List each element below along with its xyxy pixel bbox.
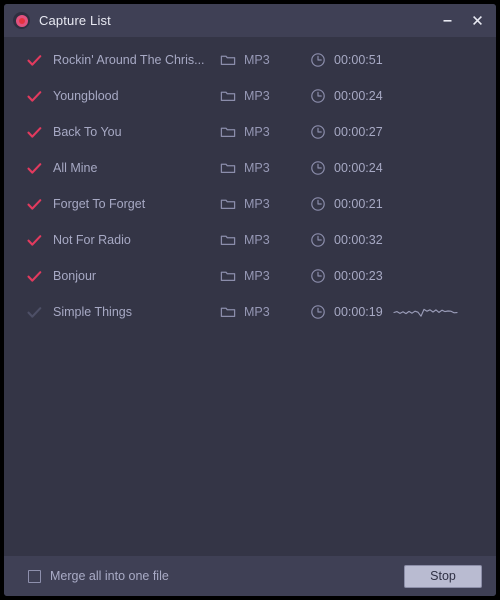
format-label: MP3 — [244, 305, 270, 319]
list-item[interactable]: All Mine MP3 00:00:24 — [4, 150, 496, 186]
minimize-button[interactable] — [432, 6, 462, 36]
duration-cell: 00:00:21 — [310, 196, 393, 212]
format-label: MP3 — [244, 233, 270, 247]
duration-label: 00:00:51 — [334, 53, 383, 67]
capture-list-window: Capture List Rockin' Around The Chris...… — [4, 4, 496, 596]
format-cell: MP3 — [220, 52, 310, 68]
track-name: Rockin' Around The Chris... — [53, 53, 205, 67]
duration-label: 00:00:27 — [334, 125, 383, 139]
clock-icon — [310, 232, 326, 248]
format-label: MP3 — [244, 53, 270, 67]
clock-icon — [310, 52, 326, 68]
merge-all-checkbox[interactable] — [28, 569, 41, 583]
checkmark-icon[interactable] — [26, 124, 44, 141]
list-item[interactable]: Youngblood MP3 00:00:24 — [4, 78, 496, 114]
duration-label: 00:00:24 — [334, 89, 383, 103]
checkmark-icon-inactive[interactable] — [26, 304, 44, 321]
window-controls — [432, 4, 492, 37]
waveform-indicator — [393, 303, 463, 321]
duration-cell: 00:00:24 — [310, 88, 393, 104]
format-label: MP3 — [244, 197, 270, 211]
list-item[interactable]: Simple Things MP3 00:00:19 — [4, 294, 496, 330]
clock-icon — [310, 160, 326, 176]
duration-cell: 00:00:27 — [310, 124, 393, 140]
checkmark-icon[interactable] — [26, 232, 44, 249]
duration-cell: 00:00:32 — [310, 232, 393, 248]
close-button[interactable] — [462, 6, 492, 36]
checkmark-icon[interactable] — [26, 268, 44, 285]
clock-icon — [310, 268, 326, 284]
duration-label: 00:00:19 — [334, 305, 383, 319]
folder-icon[interactable] — [220, 196, 236, 212]
list-item[interactable]: Back To You MP3 00:00:27 — [4, 114, 496, 150]
list-item[interactable]: Rockin' Around The Chris... MP3 00:00:51 — [4, 42, 496, 78]
duration-label: 00:00:32 — [334, 233, 383, 247]
format-cell: MP3 — [220, 268, 310, 284]
list-item[interactable]: Forget To Forget MP3 00:00:21 — [4, 186, 496, 222]
duration-cell: 00:00:24 — [310, 160, 393, 176]
window-title: Capture List — [39, 13, 111, 28]
duration-cell: 00:00:51 — [310, 52, 393, 68]
capture-list[interactable]: Rockin' Around The Chris... MP3 00:00:51 Yo… — [4, 37, 496, 556]
track-name: Forget To Forget — [53, 197, 146, 211]
clock-icon — [310, 124, 326, 140]
clock-icon — [310, 196, 326, 212]
checkmark-icon[interactable] — [26, 52, 44, 69]
format-label: MP3 — [244, 161, 270, 175]
folder-icon[interactable] — [220, 124, 236, 140]
merge-all-option[interactable]: Merge all into one file — [28, 569, 404, 583]
format-cell: MP3 — [220, 196, 310, 212]
duration-label: 00:00:23 — [334, 269, 383, 283]
list-item[interactable]: Bonjour MP3 00:00:23 — [4, 258, 496, 294]
track-name: Youngblood — [53, 89, 119, 103]
format-label: MP3 — [244, 89, 270, 103]
folder-icon[interactable] — [220, 268, 236, 284]
duration-label: 00:00:21 — [334, 197, 383, 211]
record-icon — [13, 12, 30, 29]
track-name: Not For Radio — [53, 233, 131, 247]
format-cell: MP3 — [220, 88, 310, 104]
checkmark-icon[interactable] — [26, 196, 44, 213]
folder-icon[interactable] — [220, 88, 236, 104]
duration-label: 00:00:24 — [334, 161, 383, 175]
track-name: Back To You — [53, 125, 122, 139]
checkmark-icon[interactable] — [26, 160, 44, 177]
duration-cell: 00:00:23 — [310, 268, 393, 284]
format-cell: MP3 — [220, 160, 310, 176]
folder-icon[interactable] — [220, 232, 236, 248]
merge-all-label: Merge all into one file — [50, 569, 169, 583]
clock-icon — [310, 304, 326, 320]
track-name: Simple Things — [53, 305, 132, 319]
folder-icon[interactable] — [220, 160, 236, 176]
format-cell: MP3 — [220, 304, 310, 320]
track-name: Bonjour — [53, 269, 97, 283]
format-label: MP3 — [244, 269, 270, 283]
format-cell: MP3 — [220, 232, 310, 248]
list-item[interactable]: Not For Radio MP3 00:00:32 — [4, 222, 496, 258]
checkmark-icon[interactable] — [26, 88, 44, 105]
track-name: All Mine — [53, 161, 98, 175]
folder-icon[interactable] — [220, 52, 236, 68]
title-bar: Capture List — [4, 4, 496, 37]
format-label: MP3 — [244, 125, 270, 139]
footer-bar: Merge all into one file Stop — [4, 556, 496, 596]
folder-icon[interactable] — [220, 304, 236, 320]
stop-button[interactable]: Stop — [404, 564, 482, 588]
format-cell: MP3 — [220, 124, 310, 140]
duration-cell: 00:00:19 — [310, 304, 393, 320]
clock-icon — [310, 88, 326, 104]
